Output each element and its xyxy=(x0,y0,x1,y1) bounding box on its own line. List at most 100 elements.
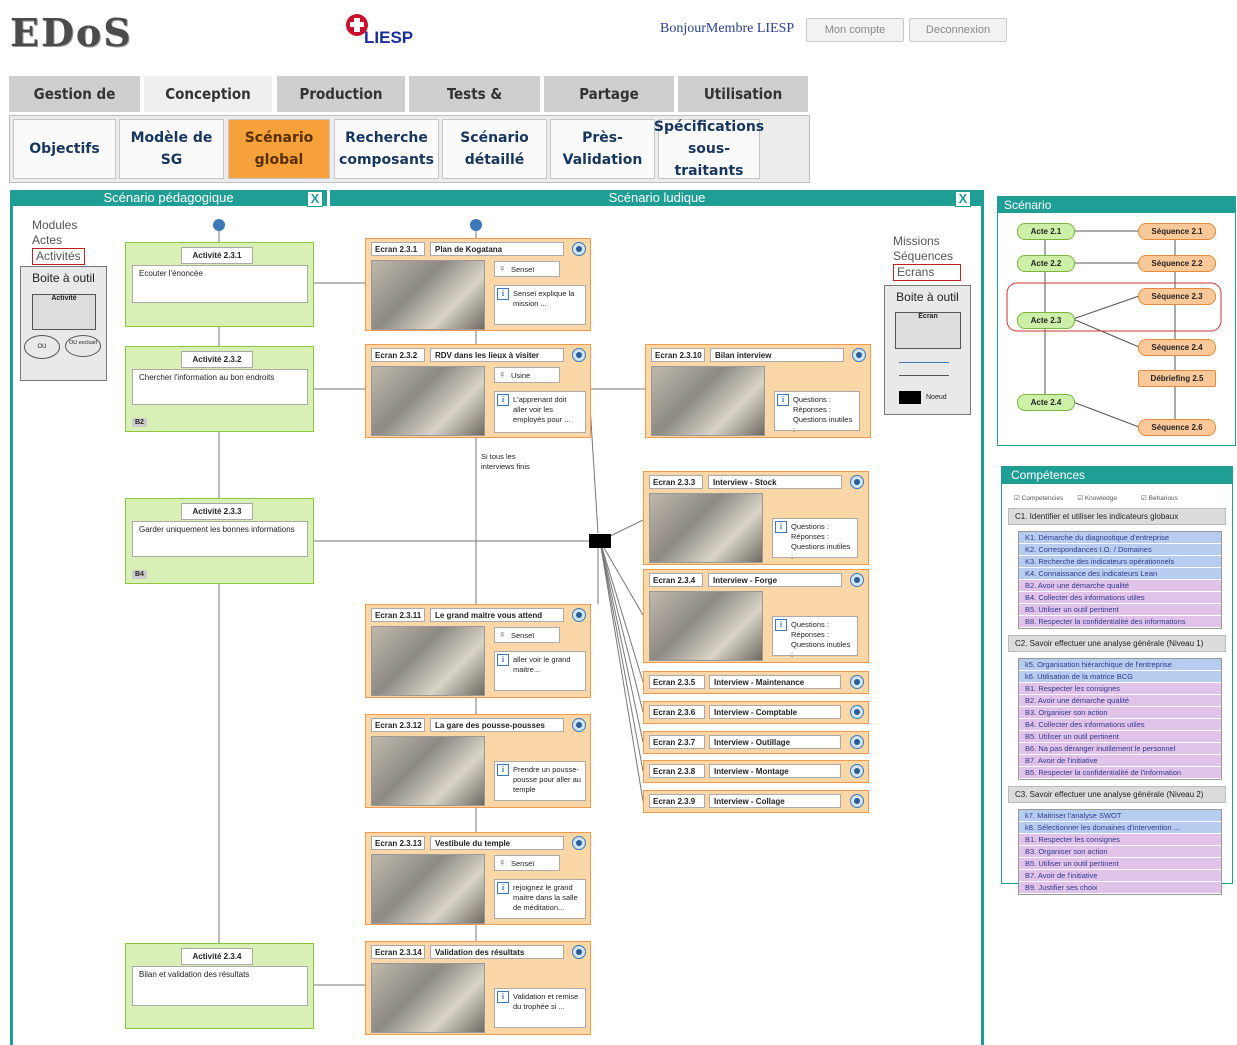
person-icon: ♀ xyxy=(498,369,507,381)
screen-thumbnail xyxy=(649,591,763,661)
preview-eye-icon[interactable] xyxy=(850,794,864,808)
screen-2-3-2[interactable]: Ecran 2.3.2 RDV dans les lieux à visiter… xyxy=(365,344,591,438)
behaviour-item[interactable]: B6. Na pas déranger inutilement le perso… xyxy=(1019,743,1221,755)
screen-2-3-11[interactable]: Ecran 2.3.11 Le grand maitre vous attend… xyxy=(365,604,591,698)
knowledge-item[interactable]: k5. Organisation hiérarchique de l'entre… xyxy=(1019,659,1221,671)
behaviour-item[interactable]: B8. Respecter la confidentialité des inf… xyxy=(1019,616,1221,628)
behaviour-item[interactable]: B5. Utiliser un outil pertinent xyxy=(1019,604,1221,616)
behaviour-item[interactable]: B5. Utiliser un outil pertinent xyxy=(1019,858,1221,870)
character-name: Senseï xyxy=(511,265,535,274)
knowledge-item[interactable]: K3. Recherche des indicateurs opérationn… xyxy=(1019,556,1221,568)
scenario-node-sequence-2-4[interactable]: Séquence 2.4 xyxy=(1138,339,1216,356)
toolbox-or-item[interactable]: OU xyxy=(24,335,60,359)
behaviour-item[interactable]: B9. Justifier ses choix xyxy=(1019,882,1221,894)
toolbox-screen-item[interactable]: Ecran xyxy=(895,312,961,349)
toolbox-link-line[interactable] xyxy=(899,362,949,363)
preview-eye-icon[interactable] xyxy=(852,348,866,362)
behaviour-item[interactable]: B3. Organiser son action xyxy=(1019,846,1221,858)
screen-2-3-3[interactable]: Ecran 2.3.3 Interview - Stock i Questions… xyxy=(643,471,869,565)
junction-node[interactable] xyxy=(589,534,611,548)
legend-behaviours[interactable]: ☑ Beharious xyxy=(1141,494,1178,502)
screen-2-3-7[interactable]: Ecran 2.3.7 Interview - Outillage xyxy=(643,731,869,754)
scenario-node-sequence-2-2[interactable]: Séquence 2.2 xyxy=(1138,255,1216,272)
toolbox-node-item[interactable] xyxy=(899,391,921,404)
screen-2-3-12[interactable]: Ecran 2.3.12 La gare des pousse-pousses … xyxy=(365,714,591,808)
level-modules[interactable]: Modules xyxy=(32,218,85,233)
scenario-node-acte-2-2[interactable]: Acte 2.2 xyxy=(1017,255,1075,272)
screen-2-3-13[interactable]: Ecran 2.3.13 Vestibule du temple ♀ Senseï… xyxy=(365,832,591,925)
knowledge-item[interactable]: k8. Sélectionner les domaines d'interven… xyxy=(1019,822,1221,834)
activity-2-3-4[interactable]: Activité 2.3.4 Bilan et validation des r… xyxy=(125,943,314,1029)
scenario-node-acte-2-3[interactable]: Acte 2.3 xyxy=(1017,312,1075,329)
scenario-node-sequence-2-6[interactable]: Séquence 2.6 xyxy=(1138,419,1216,436)
screen-2-3-8[interactable]: Ecran 2.3.8 Interview - Montage xyxy=(643,760,869,783)
scenario-node-acte-2-4[interactable]: Acte 2.4 xyxy=(1017,394,1075,411)
scenario-node-debriefing-2-5[interactable]: Débriefing 2.5 xyxy=(1138,370,1216,387)
info-icon: i xyxy=(497,288,509,300)
preview-eye-icon[interactable] xyxy=(572,718,586,732)
screen-2-3-14[interactable]: Ecran 2.3.14 Validation des résultats iV… xyxy=(365,941,591,1035)
competence-group-title[interactable]: C2. Savoir effectuer une analyse général… xyxy=(1008,635,1226,652)
behaviour-item[interactable]: B1. Respecter les consignes xyxy=(1019,683,1221,695)
scenario-panel-title: Scénario xyxy=(998,197,1235,213)
preview-eye-icon[interactable] xyxy=(850,764,864,778)
screen-id: Ecran 2.3.10 xyxy=(651,348,705,362)
behaviour-item[interactable]: B5. Respecter la confidentialité de l'in… xyxy=(1019,767,1221,779)
scenario-node-acte-2-1[interactable]: Acte 2.1 xyxy=(1017,223,1075,240)
preview-eye-icon[interactable] xyxy=(572,945,586,959)
knowledge-item[interactable]: K1. Démarche du diagnostique d'entrepris… xyxy=(1019,532,1221,544)
screen-2-3-4[interactable]: Ecran 2.3.4 Interview - Forge i Questions… xyxy=(643,569,869,663)
screen-2-3-10[interactable]: Ecran 2.3.10 Bilan interview i Questions … xyxy=(645,344,871,438)
info-text: Prendre un pousse-pousse pour aller au t… xyxy=(513,765,581,794)
legend-knowledge[interactable]: ☑ Knowledge xyxy=(1077,494,1117,502)
toolbox-xor-item[interactable]: OU exclusif xyxy=(65,335,101,357)
screen-2-3-1[interactable]: Ecran 2.3.1 Plan de Kogatana ♀ Senseï i Se… xyxy=(365,238,591,331)
level-ecrans[interactable]: Ecrans xyxy=(893,264,961,281)
preview-eye-icon[interactable] xyxy=(850,675,864,689)
level-activites[interactable]: Activités xyxy=(32,248,85,265)
legend-competencies[interactable]: ☑ Competencies xyxy=(1014,494,1063,502)
preview-eye-icon[interactable] xyxy=(850,475,864,489)
knowledge-item[interactable]: K4. Connaissance des indicateurs Lean xyxy=(1019,568,1221,580)
level-sequences[interactable]: Séquences xyxy=(893,249,961,264)
toolbox-screen-label: Ecran xyxy=(918,313,938,320)
preview-eye-icon[interactable] xyxy=(572,608,586,622)
toolbox-node-label: Noeud xyxy=(926,394,947,401)
activity-2-3-3[interactable]: Activité 2.3.3 Garder uniquement les bon… xyxy=(125,498,314,584)
scenario-node-sequence-2-3[interactable]: Séquence 2.3 xyxy=(1138,288,1216,305)
behaviour-item[interactable]: B5. Utiliser un outil pertinent xyxy=(1019,731,1221,743)
competence-group-title[interactable]: C3. Savoir effectuer une analyse général… xyxy=(1008,786,1226,803)
preview-eye-icon[interactable] xyxy=(572,242,586,256)
screen-2-3-9[interactable]: Ecran 2.3.9 Interview - Collage xyxy=(643,790,869,813)
screen-2-3-6[interactable]: Ecran 2.3.6 Interview - Comptable xyxy=(643,701,869,724)
competence-group-title[interactable]: C1. Identifier et utiliser les indicateu… xyxy=(1008,508,1226,525)
behaviour-item[interactable]: B7. Avoir de l'initiative xyxy=(1019,870,1221,882)
toolbox-activity-label: Activité xyxy=(51,295,77,302)
toolbox-activity-item[interactable]: Activité xyxy=(32,294,96,330)
screen-2-3-5[interactable]: Ecran 2.3.5 Interview - Maintenance xyxy=(643,671,869,694)
behaviour-item[interactable]: B4. Collecter des informations utiles xyxy=(1019,592,1221,604)
preview-eye-icon[interactable] xyxy=(572,348,586,362)
screen-character: ♀ Senseï xyxy=(494,261,560,277)
behaviour-item[interactable]: B3. Organiser son action xyxy=(1019,707,1221,719)
behaviour-item[interactable]: B7. Avoir de l'initiative xyxy=(1019,755,1221,767)
level-actes[interactable]: Actes xyxy=(32,233,85,248)
knowledge-item[interactable]: k6. Utilisation de la matrice BCG xyxy=(1019,671,1221,683)
preview-eye-icon[interactable] xyxy=(850,735,864,749)
behaviour-item[interactable]: B2. Avoir une démarche qualité xyxy=(1019,580,1221,592)
preview-eye-icon[interactable] xyxy=(572,836,586,850)
knowledge-item[interactable]: k7. Maitriser l'analyse SWOT xyxy=(1019,810,1221,822)
activity-2-3-1[interactable]: Activité 2.3.1 Ecouter l'énoncée xyxy=(125,242,314,327)
scenario-node-sequence-2-1[interactable]: Séquence 2.1 xyxy=(1138,223,1216,240)
character-name: Senseï xyxy=(511,859,535,868)
preview-eye-icon[interactable] xyxy=(850,705,864,719)
knowledge-item[interactable]: K2. Correspondances I.O. / Domaines xyxy=(1019,544,1221,556)
behaviour-item[interactable]: B4. Collecter des informations utiles xyxy=(1019,719,1221,731)
level-missions[interactable]: Missions xyxy=(893,234,961,249)
behaviour-item[interactable]: B1. Respecter les consignes xyxy=(1019,834,1221,846)
toolbox-arrow-line[interactable] xyxy=(899,375,949,376)
screen-name: Interview - Collage xyxy=(709,794,841,808)
activity-2-3-2[interactable]: Activité 2.3.2 Chercher l'information au… xyxy=(125,346,314,432)
preview-eye-icon[interactable] xyxy=(850,573,864,587)
behaviour-item[interactable]: B2. Avoir une démarche qualité xyxy=(1019,695,1221,707)
